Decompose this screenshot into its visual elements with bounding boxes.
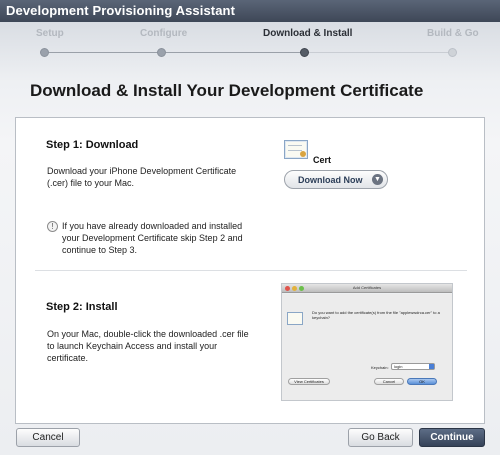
keychain-value: login xyxy=(394,364,403,369)
keychain-select: login xyxy=(391,363,435,370)
dialog-ok-button: OK xyxy=(407,378,437,385)
cancel-button[interactable]: Cancel xyxy=(16,428,80,447)
step2-heading: Step 2: Install xyxy=(46,301,118,313)
step-setup-label: Setup xyxy=(36,28,64,39)
page-title: Download & Install Your Development Cert… xyxy=(30,81,424,100)
content-panel: Step 1: Download Download your iPhone De… xyxy=(15,117,485,424)
dialog-title-bar: Add Certificates xyxy=(282,284,452,293)
window-title-bar: Development Provisioning Assistant xyxy=(0,0,500,22)
progress-steps: Setup Configure Download & Install Build… xyxy=(0,28,500,58)
dialog-cancel-button: Cancel xyxy=(374,378,404,385)
dialog-message: Do you want to add the certificate(s) fr… xyxy=(312,310,440,320)
download-now-label: Download Now xyxy=(298,175,363,185)
step1-note: If you have already downloaded and insta… xyxy=(62,221,243,255)
cert-label: Cert xyxy=(313,155,332,165)
continue-button[interactable]: Continue xyxy=(419,428,485,447)
certificate-icon xyxy=(287,312,303,325)
window-title: Development Provisioning Assistant xyxy=(6,3,236,18)
assistant-window: Setup Configure Download & Install Build… xyxy=(0,22,500,455)
step-setup-dot xyxy=(40,48,49,57)
chevron-down-icon xyxy=(429,364,434,369)
download-now-button[interactable]: Download Now ▼ xyxy=(284,170,388,189)
step-download-install-label: Download & Install xyxy=(263,28,353,39)
keychain-label: Keychain: xyxy=(371,365,389,370)
chevron-down-icon: ▼ xyxy=(372,174,383,185)
step-configure-dot xyxy=(157,48,166,57)
step-build-go-label: Build & Go xyxy=(427,28,479,39)
section-divider xyxy=(35,270,467,271)
view-certificates-button: View Certificates xyxy=(288,378,330,385)
step2-text: On your Mac, double-click the downloaded… xyxy=(47,329,249,363)
progress-track-pending xyxy=(304,52,452,53)
step-build-go-dot xyxy=(448,48,457,57)
certificate-icon xyxy=(284,140,308,159)
progress-track-done xyxy=(44,52,304,53)
go-back-button[interactable]: Go Back xyxy=(348,428,413,447)
step1-heading: Step 1: Download xyxy=(46,139,139,151)
dialog-title: Add Certificates xyxy=(352,285,382,290)
step-configure-label: Configure xyxy=(140,28,188,39)
step-download-install-dot xyxy=(300,48,309,57)
keychain-dialog-screenshot: Add Certificates Do you want to add the … xyxy=(281,283,453,401)
dialog-body: Do you want to add the certificate(s) fr… xyxy=(282,294,452,400)
step1-text: Download your iPhone Development Certifi… xyxy=(47,166,237,188)
info-icon: ! xyxy=(47,221,58,232)
